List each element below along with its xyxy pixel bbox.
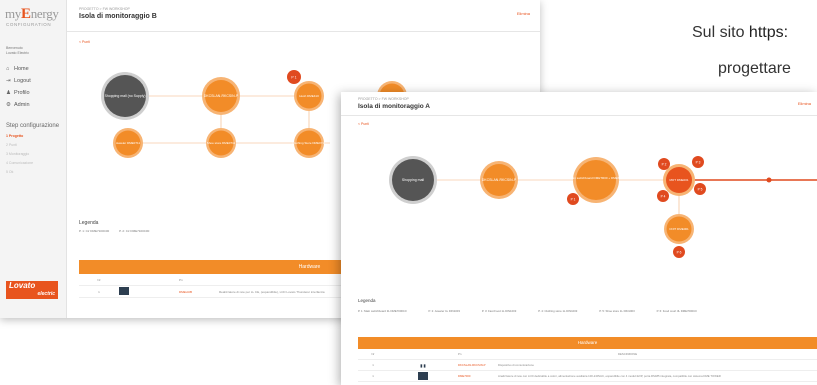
row-nr: 1 bbox=[372, 363, 374, 367]
badge-p1[interactable]: P 1 bbox=[567, 193, 579, 205]
column-header: Nr bbox=[371, 352, 375, 356]
hardware-title: Hardware bbox=[358, 337, 817, 349]
node-label: Shopping mall (no Supply) bbox=[104, 94, 145, 98]
device-thumbnail bbox=[418, 371, 428, 380]
node-label: Main switchboard DMETR00 + DME600 bbox=[569, 176, 623, 180]
badge-p3[interactable]: P 3 bbox=[692, 156, 704, 168]
side-text-prefix: Sul sito bbox=[692, 24, 749, 41]
legend-item: P. 3: Fast Food 1L DIN1003 bbox=[481, 309, 517, 313]
badge-p5[interactable]: P 5 bbox=[694, 183, 706, 195]
node-label: CNIT DME001 bbox=[669, 227, 689, 231]
badge-label: P 6 bbox=[677, 251, 682, 255]
node-shoe-store[interactable]: Shoe store DME0711 bbox=[206, 128, 236, 158]
node-mot[interactable]: MOT DME001 bbox=[663, 164, 695, 196]
badge-label: P 1 bbox=[291, 76, 296, 80]
screenshot-monitoring-island-a: PROGETTO > FW WORKSHOP Isola di monitora… bbox=[341, 92, 817, 385]
legend-item: P. 4: Clothing store 1L DIN1003 bbox=[538, 309, 578, 313]
legend: Legenda P. 1: Main switchboard 3L DME700… bbox=[358, 298, 817, 313]
node-label: DKCSLAN-RKCSIN-P bbox=[204, 94, 239, 98]
side-text-line-2: progettare bbox=[718, 60, 791, 77]
legend-item: P. 5: Shoe store 1L DIN1003 bbox=[599, 309, 635, 313]
node-label: Shoe store DME0711 bbox=[207, 141, 236, 145]
node-cnit[interactable]: CNIT DME001 bbox=[664, 214, 694, 244]
badge-label: P 2 bbox=[662, 163, 667, 167]
row-pn[interactable]: DME7000 bbox=[458, 374, 498, 378]
legend-item: P. 1: Main switchboard 3L DME7000C0 bbox=[358, 309, 407, 313]
badge-label: P 3 bbox=[696, 161, 701, 165]
device-image bbox=[388, 371, 458, 381]
legend-row: P. 1: Main switchboard 3L DME7000C0 P. 2… bbox=[358, 309, 817, 313]
badge-p6[interactable]: P 6 bbox=[673, 246, 685, 258]
legend-item: P. 2: Jeweler 1L DIN1003 bbox=[428, 309, 460, 313]
node-clothing-store[interactable]: Clothing Store DME0711 bbox=[293, 128, 326, 158]
row-description: Analizzatore di rete con LCD dedicabile … bbox=[498, 374, 721, 378]
legend-item: P. 2: Cir DME7100C00 bbox=[119, 229, 150, 233]
composite-stage: myEnergy CONFIGURATION Benvenuto Lovato … bbox=[0, 0, 817, 385]
legend-title: Legenda bbox=[79, 220, 99, 226]
node-shopping-mall[interactable]: Shopping mall bbox=[389, 156, 437, 204]
row-nr: 1 bbox=[372, 374, 374, 378]
legend-item: P. 6: Food court 3L DME7000C0 bbox=[656, 309, 697, 313]
side-text-link[interactable]: https: bbox=[749, 24, 788, 41]
row-nr: 1 bbox=[98, 289, 100, 294]
node-label: Shopping mall bbox=[402, 178, 424, 182]
table-header: Nr Pn DESCRIZIONE bbox=[358, 349, 817, 360]
node-shopping-mall[interactable]: Shopping mall (no Supply) bbox=[101, 72, 149, 120]
node-label: MOT DME001 bbox=[669, 178, 688, 182]
node-hush[interactable]: Hush DME410 bbox=[294, 81, 324, 111]
badge-label: P 5 bbox=[698, 188, 703, 192]
badge-label: P 1 bbox=[571, 198, 576, 202]
node-jeweler[interactable]: Jeweler DME0711 bbox=[113, 128, 143, 158]
node-badge[interactable]: P 1 bbox=[287, 70, 301, 84]
row-pn[interactable]: DKCSLAN-RKCSIN-P bbox=[458, 363, 498, 367]
column-header: DESCRIZIONE bbox=[618, 352, 638, 356]
row-description: Dispositivo di comunicazione bbox=[498, 363, 534, 367]
node-label: Clothing Store DME0711 bbox=[293, 141, 326, 145]
legend-item: P. 1: Cir DME7100C00 bbox=[79, 229, 110, 233]
table-row[interactable]: 1 ▮ ▮ DKCSLAN-RKCSIN-P Dispositivo di co… bbox=[358, 360, 817, 371]
connection-dot bbox=[766, 177, 772, 183]
node-communication-device[interactable]: DKCSLAN-RKCSIN-P bbox=[202, 77, 240, 115]
router-icon: ▮ ▮ bbox=[420, 362, 426, 368]
column-header: Nr bbox=[97, 277, 101, 282]
table-row[interactable]: 1 DME7000 Analizzatore di rete con LCD d… bbox=[358, 371, 817, 382]
node-label: Hush DME410 bbox=[299, 94, 319, 98]
side-text-line-1: Sul sito https: bbox=[692, 24, 788, 42]
device-image bbox=[119, 287, 179, 296]
column-header: Pn bbox=[458, 352, 462, 356]
hardware-table: Hardware Nr Pn DESCRIZIONE 1 ▮ ▮ DKCSLAN… bbox=[358, 337, 817, 382]
node-communication-device[interactable]: DKCSLAN-RKCSIN-P bbox=[480, 161, 518, 199]
legend-title: Legenda bbox=[358, 298, 376, 303]
badge-label: P 4 bbox=[661, 195, 666, 199]
node-label: Jeweler DME0711 bbox=[116, 141, 141, 145]
device-thumbnail bbox=[119, 287, 129, 295]
row-pn[interactable]: DMEHUB bbox=[179, 290, 219, 294]
column-header: Pn bbox=[179, 277, 183, 282]
badge-p2[interactable]: P 2 bbox=[658, 158, 670, 170]
legend: Legenda P. 1: Cir DME7100C00 P. 2: Cir D… bbox=[79, 220, 239, 233]
badge-p4[interactable]: P 4 bbox=[657, 190, 669, 202]
device-image: ▮ ▮ bbox=[388, 363, 458, 368]
legend-row: P. 1: Cir DME7100C00 P. 2: Cir DME7100C0… bbox=[79, 229, 239, 233]
node-label: DKCSLAN-RKCSIN-P bbox=[482, 178, 517, 182]
